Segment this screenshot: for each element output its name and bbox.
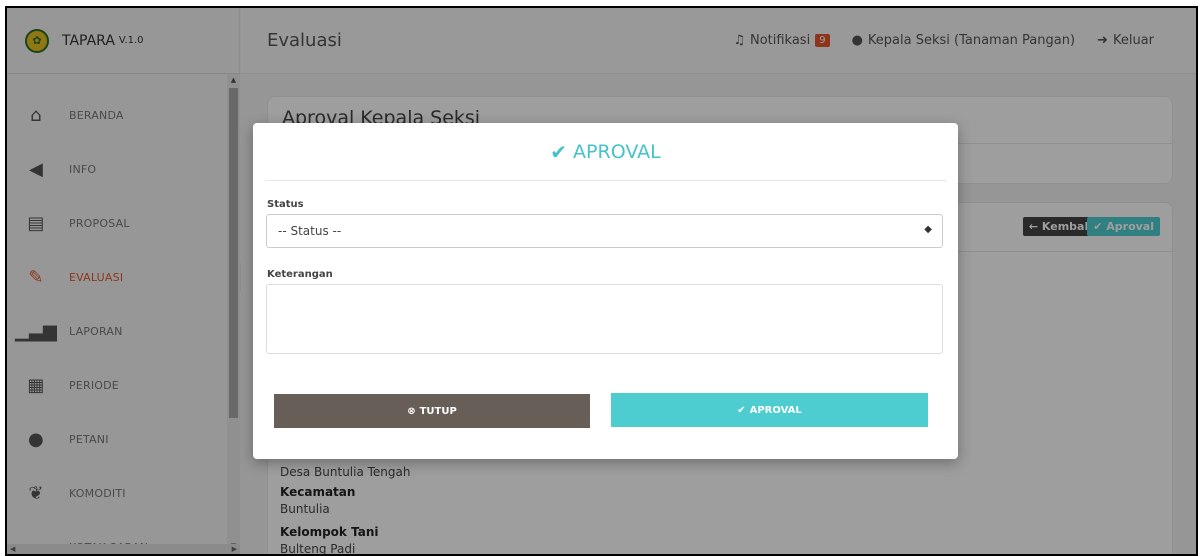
status-select[interactable]: -- Status -- ◆ (266, 214, 943, 248)
status-label: Status (267, 199, 304, 210)
aproval-modal: ✔ APROVAL Status -- Status -- ◆ Keterang… (253, 123, 958, 459)
select-arrows-icon: ◆ (924, 224, 932, 235)
check-badge-icon: ✔ (550, 139, 568, 164)
app-window: ✿ TAPARA V.1.0 ⌂ BERANDA ◀ INFO ▤ PROPOS… (5, 6, 1198, 556)
keterangan-label: Keterangan (267, 269, 333, 280)
close-button[interactable]: ⊗ TUTUP (274, 394, 590, 428)
submit-aproval-button[interactable]: ✔ APROVAL (611, 393, 928, 427)
modal-header: ✔ APROVAL (265, 123, 946, 181)
status-select-value: -- Status -- (278, 224, 342, 238)
check-icon: ✔ (737, 404, 746, 416)
close-circle-icon: ⊗ (407, 405, 416, 417)
close-button-label: TUTUP (419, 405, 457, 417)
keterangan-textarea[interactable] (266, 284, 943, 354)
modal-title: APROVAL (573, 140, 661, 163)
submit-aproval-label: APROVAL (749, 404, 802, 416)
